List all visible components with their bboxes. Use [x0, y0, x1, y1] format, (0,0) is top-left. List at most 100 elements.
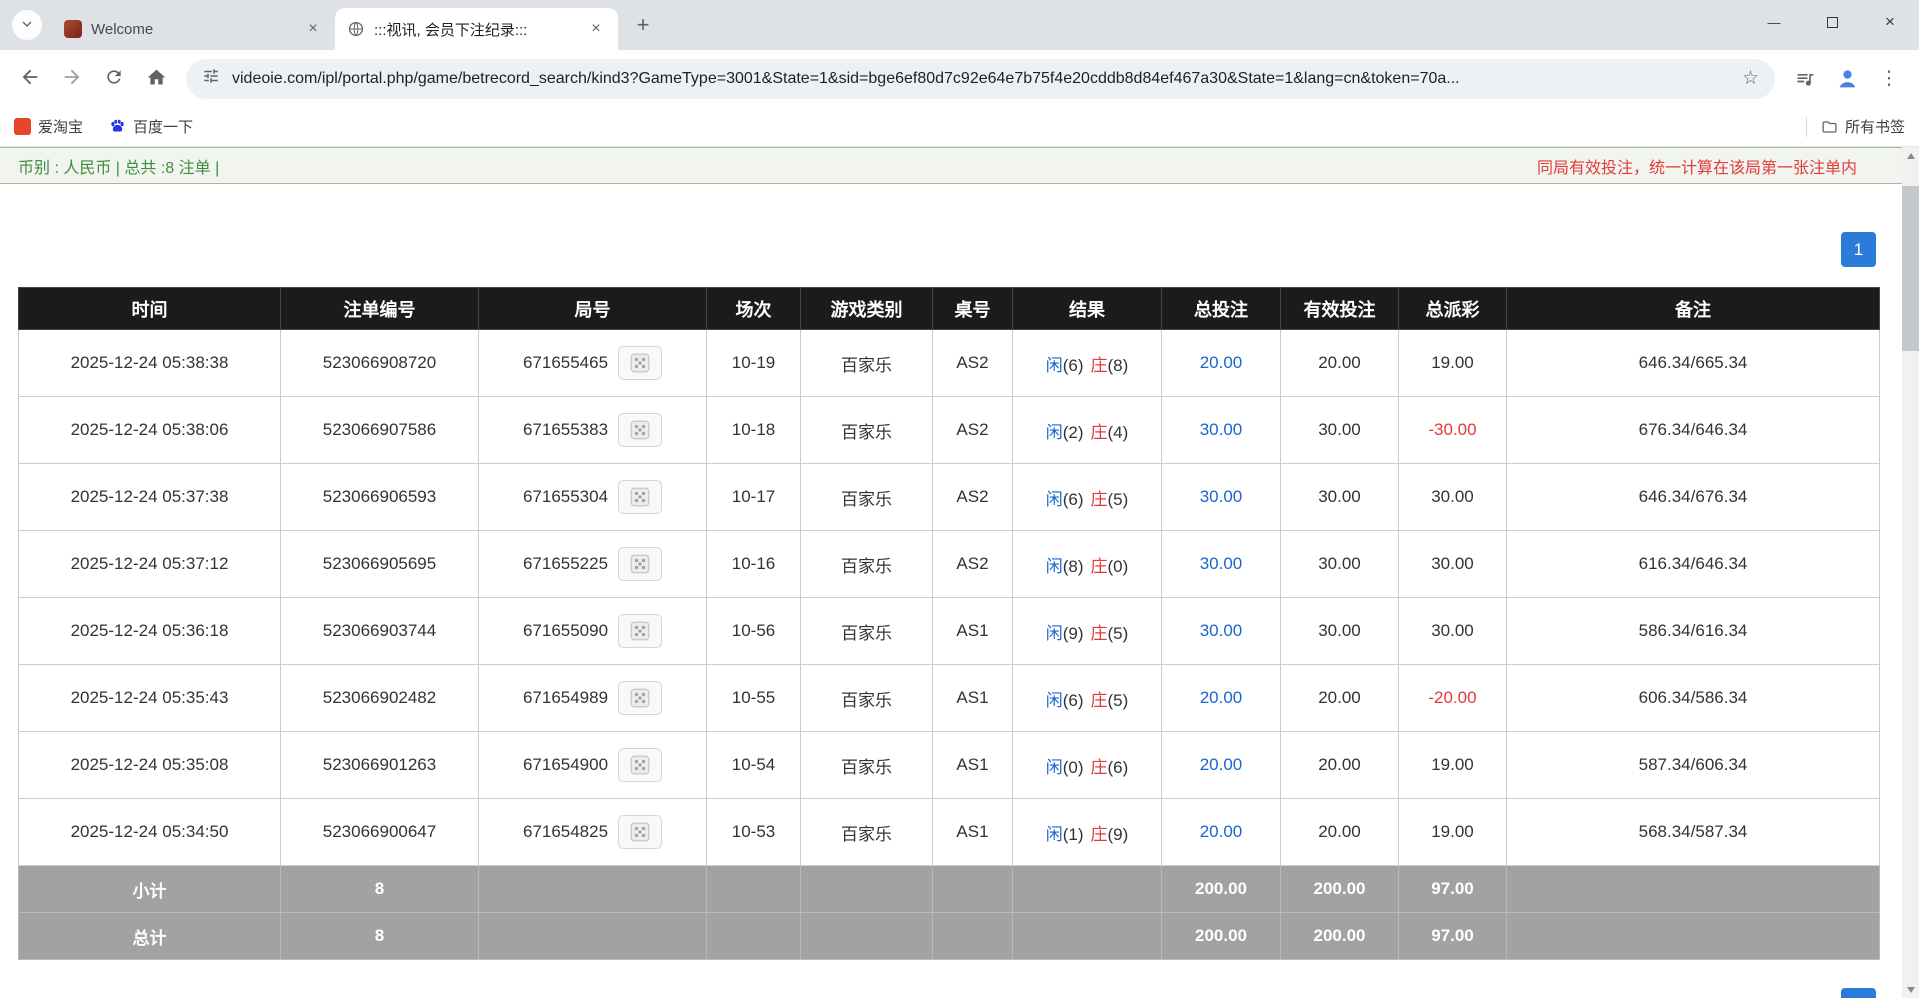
bookmark-aitaobao[interactable]: 爱淘宝	[14, 116, 83, 137]
cell-payout: -20.00	[1399, 665, 1507, 732]
cell-time: 2025-12-24 05:38:38	[19, 330, 281, 397]
cell-table-no: AS1	[933, 799, 1013, 866]
round-media-button[interactable]	[618, 346, 662, 380]
cell-total-bet: 30.00	[1162, 464, 1281, 531]
cell-bet-id: 523066905695	[281, 531, 479, 598]
cell-valid-bet: 20.00	[1281, 799, 1399, 866]
cell-result: 闲(0)庄(6)	[1013, 732, 1162, 799]
cell-payout: -30.00	[1399, 397, 1507, 464]
cell-bet-id: 523066900647	[281, 799, 479, 866]
table-row: 2025-12-24 05:37:38 523066906593 6716553…	[19, 464, 1880, 531]
player-result: 闲(6)	[1046, 490, 1084, 509]
round-media-button[interactable]	[618, 413, 662, 447]
site-settings-icon[interactable]	[202, 67, 220, 90]
close-button[interactable]: ×	[1861, 0, 1919, 44]
url-text[interactable]: videoie.com/ipl/portal.php/game/betrecor…	[232, 70, 1730, 88]
tab-strip: Welcome × :::视讯, 会员下注纪录::: × + — ×	[0, 0, 1919, 50]
maximize-button[interactable]	[1803, 0, 1861, 44]
media-controls-icon[interactable]	[1785, 59, 1825, 99]
minimize-button[interactable]: —	[1745, 0, 1803, 44]
banker-result: 庄(6)	[1091, 758, 1129, 777]
bookmarks-separator	[1806, 117, 1807, 137]
scroll-thumb[interactable]	[1902, 186, 1919, 351]
dice-icon	[629, 352, 651, 374]
banker-result: 庄(0)	[1091, 557, 1129, 576]
dice-icon	[629, 486, 651, 508]
dice-icon	[629, 553, 651, 575]
round-media-button[interactable]	[618, 681, 662, 715]
round-media-button[interactable]	[618, 480, 662, 514]
cell-total-bet: 20.00	[1162, 330, 1281, 397]
profile-avatar[interactable]	[1827, 59, 1867, 99]
page-1-button[interactable]: 1	[1841, 232, 1876, 267]
bookmark-baidu[interactable]: 百度一下	[109, 116, 193, 137]
dice-icon	[629, 419, 651, 441]
cell-bet-id: 523066906593	[281, 464, 479, 531]
table-row: 2025-12-24 05:35:43 523066902482 6716549…	[19, 665, 1880, 732]
pagination-bottom-button[interactable]: 1	[1841, 988, 1876, 998]
notice-text: 同局有效投注，统一计算在该局第一张注单内	[1537, 154, 1857, 178]
round-media-button[interactable]	[618, 748, 662, 782]
cell-total-bet: 30.00	[1162, 531, 1281, 598]
back-arrow-icon	[19, 66, 41, 91]
scrollbar[interactable]	[1902, 147, 1919, 998]
tab-title: :::视讯, 会员下注纪录:::	[374, 19, 577, 40]
round-media-button[interactable]	[618, 815, 662, 849]
cell-total-bet: 30.00	[1162, 397, 1281, 464]
all-bookmarks[interactable]: 所有书签	[1821, 116, 1905, 137]
cell-time: 2025-12-24 05:37:38	[19, 464, 281, 531]
refresh-button[interactable]	[94, 59, 134, 99]
scroll-up-arrow[interactable]	[1902, 147, 1919, 164]
player-result: 闲(8)	[1046, 557, 1084, 576]
cell-valid-bet: 30.00	[1281, 531, 1399, 598]
tab-close-icon[interactable]: ×	[303, 19, 323, 39]
cell-valid-bet: 30.00	[1281, 464, 1399, 531]
col-payout: 总派彩	[1399, 288, 1507, 330]
table-row: 2025-12-24 05:36:18 523066903744 6716550…	[19, 598, 1880, 665]
bookmarks-right: 所有书签	[1806, 116, 1905, 137]
total-total-bet: 200.00	[1162, 913, 1281, 960]
scroll-down-arrow[interactable]	[1902, 981, 1919, 998]
player-result: 闲(6)	[1046, 356, 1084, 375]
round-media-button[interactable]	[618, 614, 662, 648]
cell-note: 587.34/606.34	[1507, 732, 1880, 799]
cell-time: 2025-12-24 05:35:08	[19, 732, 281, 799]
col-time: 时间	[19, 288, 281, 330]
window-controls: — ×	[1745, 0, 1919, 44]
tab-welcome[interactable]: Welcome ×	[52, 8, 335, 50]
cell-table-no: AS2	[933, 330, 1013, 397]
cell-valid-bet: 30.00	[1281, 598, 1399, 665]
cell-total-bet: 30.00	[1162, 598, 1281, 665]
forward-button[interactable]	[52, 59, 92, 99]
empty-cell	[933, 866, 1013, 913]
round-media-button[interactable]	[618, 547, 662, 581]
back-button[interactable]	[10, 59, 50, 99]
cell-game-type: 百家乐	[801, 732, 933, 799]
address-bar[interactable]: videoie.com/ipl/portal.php/game/betrecor…	[186, 59, 1775, 99]
bookmark-star-icon[interactable]: ☆	[1742, 67, 1759, 90]
total-payout: 97.00	[1399, 913, 1507, 960]
globe-favicon-icon	[347, 20, 365, 38]
col-total-bet: 总投注	[1162, 288, 1281, 330]
cell-time: 2025-12-24 05:37:12	[19, 531, 281, 598]
cell-session: 10-53	[707, 799, 801, 866]
home-button[interactable]	[136, 59, 176, 99]
tab-search-button[interactable]	[12, 10, 42, 40]
new-tab-button[interactable]: +	[626, 8, 660, 42]
round-number: 671655304	[523, 487, 608, 506]
cell-session: 10-56	[707, 598, 801, 665]
tab-betrecord[interactable]: :::视讯, 会员下注纪录::: ×	[335, 8, 618, 50]
cell-round: 671654989	[479, 665, 707, 732]
empty-cell	[1507, 913, 1880, 960]
col-session: 场次	[707, 288, 801, 330]
cell-payout: 19.00	[1399, 732, 1507, 799]
pagination-top: 1	[0, 232, 1919, 267]
cell-payout: 30.00	[1399, 598, 1507, 665]
tab-close-icon[interactable]: ×	[586, 19, 606, 39]
col-game-type: 游戏类别	[801, 288, 933, 330]
bookmarks-bar: 爱淘宝 百度一下 所有书签	[0, 107, 1919, 147]
col-result: 结果	[1013, 288, 1162, 330]
cell-note: 646.34/665.34	[1507, 330, 1880, 397]
cell-time: 2025-12-24 05:38:06	[19, 397, 281, 464]
menu-kebab-icon[interactable]: ⋮	[1869, 59, 1909, 99]
